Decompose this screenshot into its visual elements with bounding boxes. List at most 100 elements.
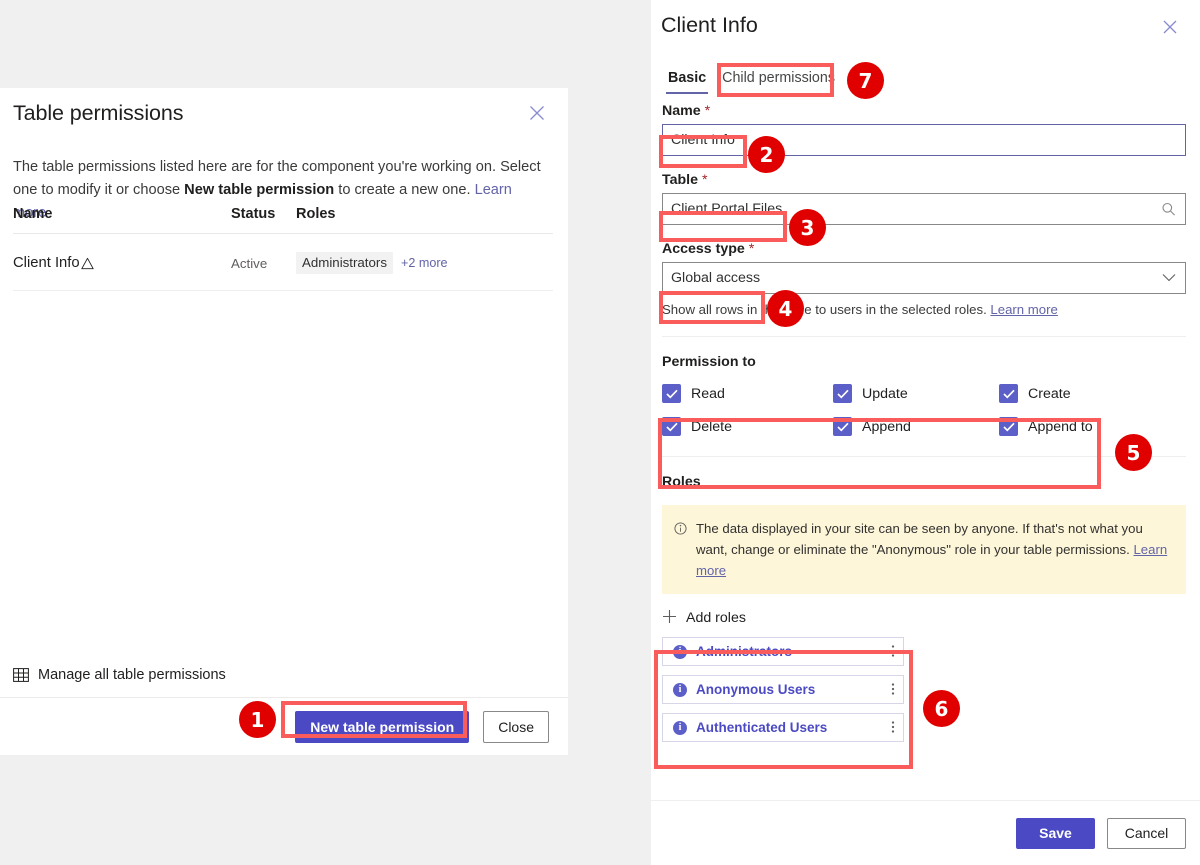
left-panel-footer: New table permission Close (0, 697, 568, 755)
role-item-administrators[interactable]: i Administrators (662, 637, 904, 666)
access-type-field-group: Access type * Global access Show all row… (662, 241, 1186, 317)
checkbox-label: Delete (691, 418, 733, 435)
role-chip: Administrators (296, 252, 393, 274)
checkbox-label: Append to (1028, 418, 1093, 435)
kebab-menu-icon[interactable] (891, 681, 895, 699)
checkbox-append[interactable]: Append (833, 417, 999, 436)
column-header-status: Status (231, 206, 276, 222)
row-name-label: Client Info (13, 255, 80, 271)
role-label: Administrators (696, 644, 793, 659)
name-input-value: Client Info (671, 132, 735, 148)
client-info-panel: Client Info Basic Child permissions Name… (651, 0, 1200, 865)
more-roles-link[interactable]: +2 more (401, 256, 448, 270)
roles-label: Roles (662, 474, 701, 490)
close-icon[interactable] (526, 102, 548, 124)
add-roles-button[interactable]: Add roles (662, 609, 1186, 627)
warning-icon (80, 257, 94, 270)
required-marker: * (704, 103, 711, 119)
info-icon: i (673, 682, 687, 697)
checkmark-icon (833, 417, 852, 436)
manage-all-label: Manage all table permissions (38, 667, 226, 683)
name-field-label: Name * (662, 103, 1186, 119)
table-row[interactable]: Client Info Active Administrators +2 mor… (13, 234, 553, 291)
permission-to-group: Permission to Read Update Create Delete … (662, 354, 1186, 436)
checkmark-icon (833, 384, 852, 403)
client-info-title: Client Info (661, 13, 758, 37)
checkbox-read[interactable]: Read (662, 384, 833, 403)
description-bold: New table permission (184, 182, 335, 198)
banner-text-wrapper: The data displayed in your site can be s… (696, 518, 1172, 581)
checkmark-icon (999, 384, 1018, 403)
table-field-label: Table * (662, 172, 1186, 188)
name-input[interactable]: Client Info (662, 124, 1186, 156)
table-permissions-panel: Table permissions The table permissions … (0, 88, 568, 755)
divider (662, 336, 1186, 337)
column-header-name: Name (13, 206, 53, 222)
add-roles-label: Add roles (686, 610, 746, 626)
checkbox-delete[interactable]: Delete (662, 417, 833, 436)
description-text-2: to create a new one. (334, 182, 475, 198)
permissions-table: Name Status Roles Client Info Active Adm… (13, 206, 553, 291)
tab-basic[interactable]: Basic (662, 68, 712, 94)
kebab-menu-icon[interactable] (891, 643, 895, 661)
access-type-dropdown[interactable]: Global access (662, 262, 1186, 294)
permission-checkbox-grid: Read Update Create Delete Append Append … (662, 384, 1186, 436)
helper-text: Show all rows in the table to users in t… (662, 302, 991, 317)
page-title: Table permissions (13, 101, 184, 125)
required-marker: * (748, 241, 755, 257)
name-field-group: Name * Client Info (662, 103, 1186, 156)
cancel-button[interactable]: Cancel (1107, 817, 1186, 849)
checkbox-create[interactable]: Create (999, 384, 1186, 403)
access-type-value: Global access (671, 270, 761, 286)
table-input-value: Client Portal Files (671, 201, 783, 217)
access-type-field-label: Access type * (662, 241, 1186, 257)
column-header-roles: Roles (296, 206, 336, 222)
role-item-anonymous-users[interactable]: i Anonymous Users (662, 675, 904, 704)
tab-bar: Basic Child permissions (662, 68, 841, 94)
access-type-learn-more-link[interactable]: Learn more (990, 302, 1057, 317)
grid-icon (13, 667, 29, 683)
table-label-text: Table (662, 172, 699, 188)
checkmark-icon (662, 417, 681, 436)
info-icon: i (673, 644, 687, 659)
name-label-text: Name (662, 103, 701, 119)
screenshot-root: Table permissions The table permissions … (0, 0, 1200, 865)
kebab-menu-icon[interactable] (891, 719, 895, 737)
role-label: Anonymous Users (696, 682, 816, 697)
table-field-group: Table * Client Portal Files (662, 172, 1186, 225)
info-icon (674, 520, 687, 581)
required-marker: * (701, 172, 708, 188)
access-type-helper-text: Show all rows in the table to users in t… (662, 302, 1186, 317)
left-panel-header: Table permissions (13, 101, 554, 126)
client-info-footer: Save Cancel (651, 800, 1200, 865)
manage-all-table-permissions-link[interactable]: Manage all table permissions (13, 667, 226, 683)
banner-text: The data displayed in your site can be s… (696, 521, 1143, 557)
search-icon[interactable] (1161, 202, 1176, 217)
client-info-form: Name * Client Info Table * Client Portal… (651, 103, 1200, 775)
divider (662, 456, 1186, 457)
checkbox-label: Append (862, 418, 911, 435)
checkbox-update[interactable]: Update (833, 384, 999, 403)
cell-name: Client Info (13, 255, 231, 271)
roles-group: Roles The data displayed in your site ca… (662, 474, 1186, 742)
role-item-authenticated-users[interactable]: i Authenticated Users (662, 713, 904, 742)
role-label: Authenticated Users (696, 720, 828, 735)
plus-icon (662, 609, 677, 627)
new-table-permission-button[interactable]: New table permission (295, 710, 470, 743)
checkmark-icon (999, 417, 1018, 436)
checkbox-label: Update (862, 385, 908, 402)
anonymous-warning-banner: The data displayed in your site can be s… (662, 505, 1186, 594)
close-button[interactable]: Close (483, 710, 549, 743)
checkbox-label: Read (691, 385, 725, 402)
info-icon: i (673, 720, 687, 735)
close-icon[interactable] (1160, 17, 1180, 37)
save-button[interactable]: Save (1016, 817, 1095, 849)
status-badge: Active (231, 255, 268, 271)
table-header-row: Name Status Roles (13, 206, 553, 234)
checkbox-append-to[interactable]: Append to (999, 417, 1186, 436)
permission-to-label: Permission to (662, 354, 756, 370)
table-lookup-input[interactable]: Client Portal Files (662, 193, 1186, 225)
tab-child-permissions[interactable]: Child permissions (716, 68, 841, 94)
checkbox-label: Create (1028, 385, 1071, 402)
chevron-down-icon[interactable] (1162, 274, 1176, 283)
